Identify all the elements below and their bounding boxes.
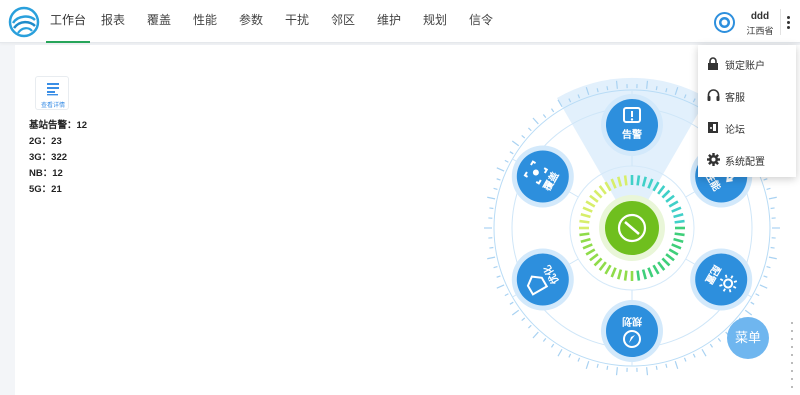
- module-warning-label: 告警: [622, 128, 642, 141]
- module-plan-label: 规划: [622, 315, 642, 328]
- module-optimize-button[interactable]: 优化: [511, 248, 574, 311]
- nav-item-interference[interactable]: 干扰: [274, 0, 320, 43]
- nav-item-maintenance[interactable]: 维护: [366, 0, 412, 43]
- alarm-stats: 基站告警：12 2G：23 3G：322 NB：12 5G：21: [29, 118, 87, 198]
- forum-label: 论坛: [725, 125, 745, 136]
- top-navigation-bar: 工作台 报表 覆盖 性能 参数 干扰 邻区 维护 规划 信令 ddd 江西省: [0, 0, 800, 43]
- center-hub[interactable]: [599, 195, 665, 261]
- nav-item-performance[interactable]: 性能: [182, 0, 228, 43]
- resize-handle: [791, 322, 793, 388]
- user-organization: 江西省: [746, 26, 774, 36]
- nav-item-neighbor[interactable]: 邻区: [320, 0, 366, 43]
- stat-nb: NB：12: [29, 168, 63, 179]
- stat-3g: 3G：322: [29, 152, 68, 163]
- view-details-button[interactable]: 查看详情: [35, 76, 69, 110]
- stat-2g: 2G：23: [29, 136, 62, 147]
- gear-icon: [707, 153, 720, 166]
- user-avatar-icon[interactable]: [714, 12, 735, 33]
- user-name[interactable]: ddd: [745, 11, 775, 22]
- view-details-label: 查看详情: [40, 103, 65, 109]
- lock-account-label: 锁定账户: [725, 61, 765, 72]
- system-config-label: 系统配置: [725, 157, 765, 168]
- document-list-icon: [47, 83, 59, 96]
- main-nav: 工作台 报表 覆盖 性能 参数 干扰 邻区 维护 规划 信令: [46, 0, 504, 43]
- menu-item-forum[interactable]: 论坛: [698, 111, 796, 143]
- nav-item-coverage[interactable]: 覆盖: [136, 0, 182, 43]
- headset-icon: [707, 89, 720, 101]
- menu-item-system-config[interactable]: 系统配置: [698, 143, 796, 175]
- customer-service-label: 客服: [725, 93, 745, 104]
- forum-door-icon: [708, 122, 718, 133]
- lock-icon: [708, 57, 718, 70]
- nav-item-planning[interactable]: 规划: [412, 0, 458, 43]
- menu-item-customer-service[interactable]: 客服: [698, 79, 796, 111]
- nav-item-reports[interactable]: 报表: [90, 0, 136, 43]
- stat-base-station-alarms: 基站告警：12: [29, 120, 88, 131]
- more-menu-button[interactable]: [780, 9, 794, 35]
- workbench-panel: 查看详情 基站告警：12 2G：23 3G：322 NB：12 5G：21: [15, 45, 800, 395]
- menu-item-lock-account[interactable]: 锁定账户: [698, 47, 796, 79]
- module-config-button[interactable]: 配置: [690, 248, 753, 311]
- account-dropdown-menu: 锁定账户 客服 论坛 系统配置: [698, 45, 796, 177]
- module-warning-button[interactable]: 告警: [601, 94, 663, 156]
- nav-item-signaling[interactable]: 信令: [458, 0, 504, 43]
- menu-button[interactable]: 菜单: [727, 317, 769, 359]
- stat-5g: 5G：21: [29, 184, 62, 195]
- module-coverage-button[interactable]: 覆盖: [511, 145, 574, 208]
- nav-item-workbench[interactable]: 工作台: [46, 0, 90, 43]
- nav-item-parameters[interactable]: 参数: [228, 0, 274, 43]
- china-mobile-logo[interactable]: [8, 6, 40, 38]
- module-plan-button[interactable]: 规划: [601, 300, 663, 362]
